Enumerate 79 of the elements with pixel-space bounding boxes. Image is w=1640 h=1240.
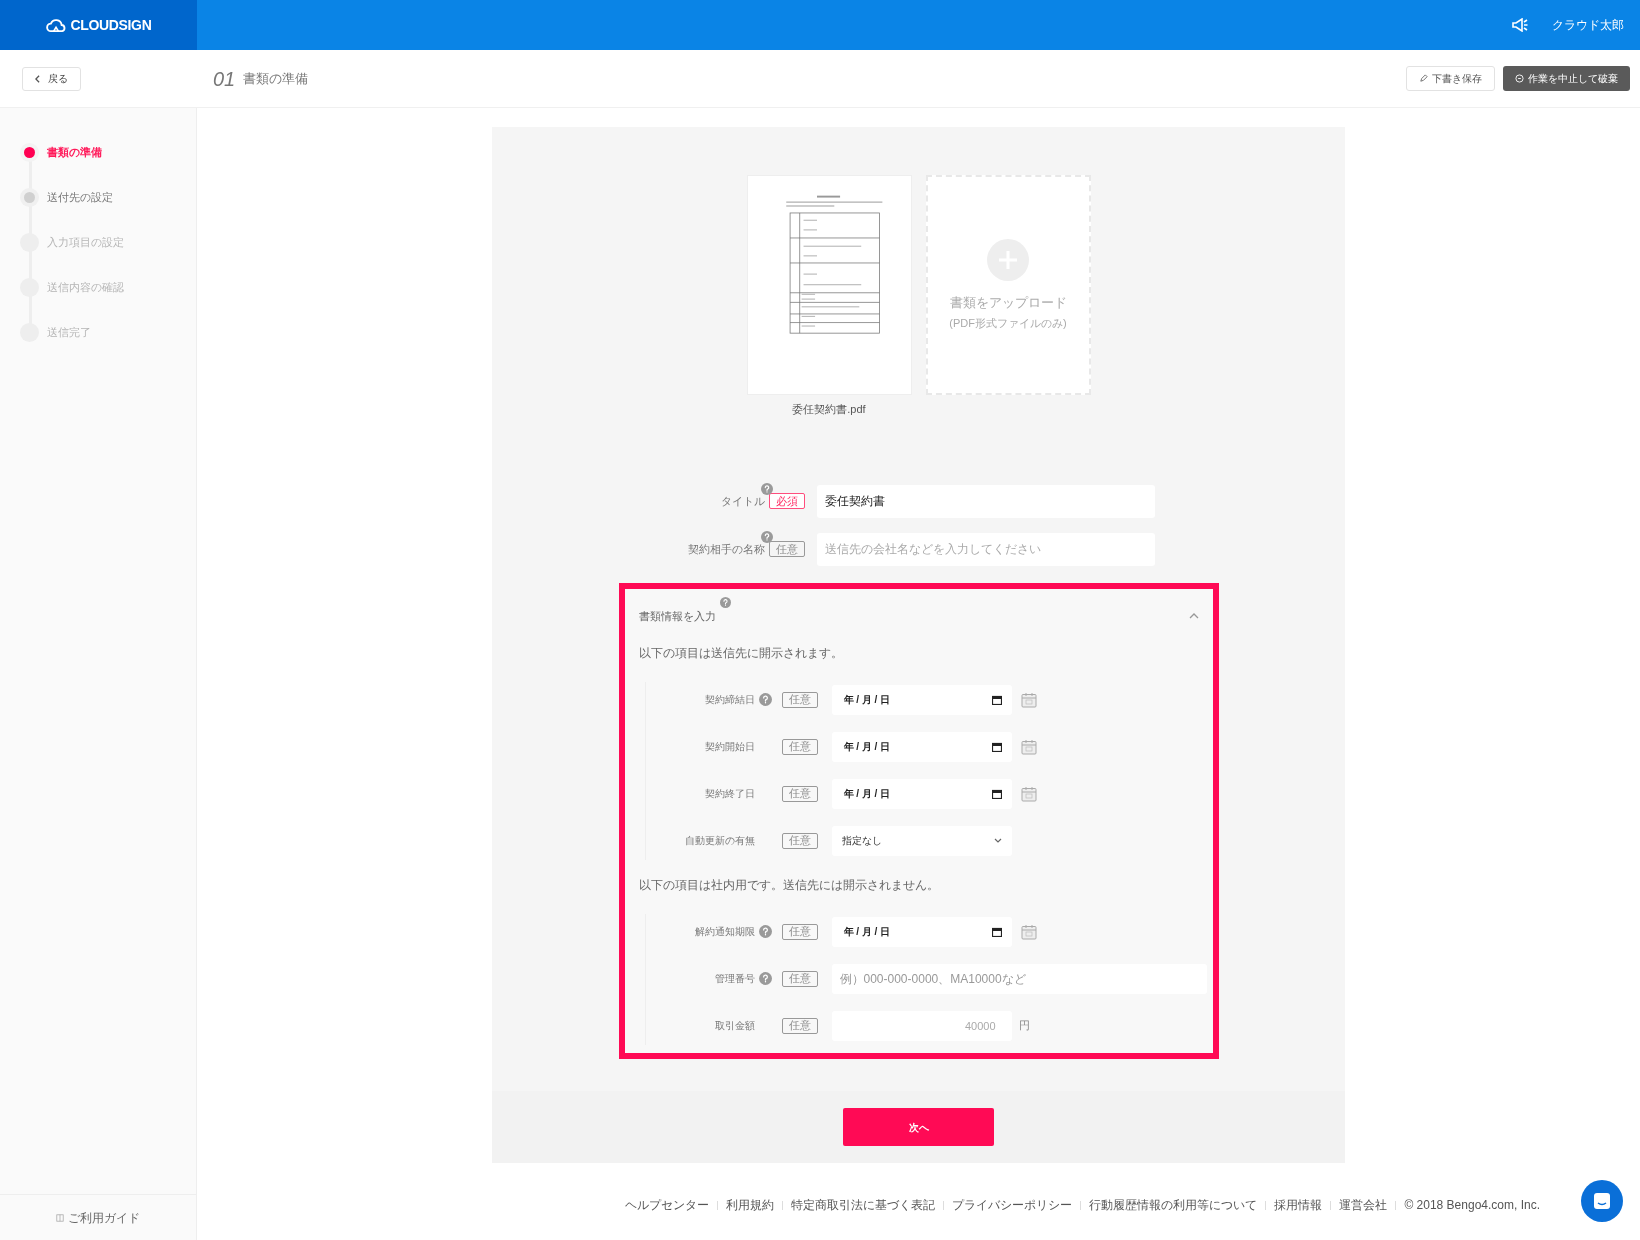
field-label: 解約通知期限 xyxy=(694,925,755,939)
footer-link[interactable]: 利用規約 xyxy=(726,1196,775,1214)
megaphone-icon[interactable] xyxy=(1512,18,1528,32)
help-icon[interactable] xyxy=(761,482,773,495)
field-label: 契約開始日 xyxy=(704,740,755,754)
optional-tag: 任意 xyxy=(781,832,818,849)
field-label: 取引金額 xyxy=(714,1019,755,1033)
section-note: 以下の項目は社内用です。送信先には開示されません。 xyxy=(637,877,940,894)
calendar-icon xyxy=(991,926,1002,937)
back-button[interactable]: 戻る xyxy=(22,66,81,91)
logo[interactable]: CLOUDSIGN xyxy=(0,0,197,50)
calendar-picker-icon[interactable] xyxy=(1020,785,1037,802)
copyright: © 2018 Bengo4.com, Inc. xyxy=(1404,1197,1540,1214)
step-label[interactable]: 書類の準備 xyxy=(47,144,102,161)
upload-label: 書類をアップロード xyxy=(949,294,1067,312)
optional-tag: 任意 xyxy=(781,1017,818,1034)
optional-tag: 任意 xyxy=(781,970,818,987)
chevron-down-icon xyxy=(993,838,1002,843)
save-draft-button[interactable]: 下書き保存 xyxy=(1406,66,1495,91)
chat-icon xyxy=(1593,1192,1611,1210)
amount-field[interactable]: 40000 xyxy=(831,1010,1012,1041)
upload-note: (PDF形式ファイルのみ) xyxy=(949,315,1067,331)
date-field[interactable]: 年 / 月 / 日 xyxy=(831,778,1012,809)
field-label: 管理番号 xyxy=(714,972,755,986)
field-label: 契約締結日 xyxy=(704,693,755,707)
field-label: 契約相手の名称 xyxy=(688,541,765,557)
help-icon[interactable] xyxy=(761,530,773,543)
discard-button[interactable]: 作業を中止して破棄 xyxy=(1503,66,1630,91)
date-field[interactable]: 年 / 月 / 日 xyxy=(831,731,1012,762)
text-field[interactable]: 例）000-000-0000、MA10000など xyxy=(831,963,1207,994)
text-field[interactable]: 委任契約書 xyxy=(817,484,1155,518)
chevron-up-icon[interactable] xyxy=(1188,612,1199,619)
book-icon xyxy=(56,1213,64,1222)
step-label[interactable]: 送付先の設定 xyxy=(47,189,113,206)
help-icon[interactable] xyxy=(719,596,731,608)
help-icon[interactable] xyxy=(758,972,772,985)
user-name[interactable]: クラウド太郎 xyxy=(1552,16,1624,34)
calendar-picker-icon[interactable] xyxy=(1020,691,1037,708)
calendar-icon xyxy=(991,694,1002,705)
pencil-icon xyxy=(1419,74,1428,83)
date-field[interactable]: 年 / 月 / 日 xyxy=(831,684,1012,715)
stop-icon xyxy=(1515,74,1524,83)
footer-link[interactable]: 運営会社 xyxy=(1339,1196,1388,1214)
optional-tag: 任意 xyxy=(781,785,818,802)
chat-button[interactable] xyxy=(1581,1180,1623,1222)
select-field[interactable]: 指定なし xyxy=(831,825,1012,856)
footer-link[interactable]: 特定商取引法に基づく表記 xyxy=(791,1196,936,1214)
field-label: タイトル xyxy=(721,493,765,509)
calendar-icon xyxy=(991,741,1002,752)
required-tag: 必須 xyxy=(769,493,805,509)
field-label: 契約終了日 xyxy=(704,787,755,801)
step-number: 01 xyxy=(213,66,236,92)
guide-link[interactable]: ご利用ガイド xyxy=(0,1194,196,1240)
calendar-icon xyxy=(991,788,1002,799)
help-icon[interactable] xyxy=(758,925,772,938)
optional-tag: 任意 xyxy=(769,541,805,557)
help-icon[interactable] xyxy=(758,693,772,706)
optional-tag: 任意 xyxy=(781,923,818,940)
currency-unit: 円 xyxy=(1018,1018,1030,1034)
footer-link[interactable]: ヘルプセンター xyxy=(625,1196,710,1214)
footer-link[interactable]: プライバシーポリシー xyxy=(952,1196,1073,1214)
cloud-icon xyxy=(45,17,67,33)
section-title: 書類情報を入力 xyxy=(638,608,716,624)
footer-link[interactable]: 行動履歴情報の利用等について xyxy=(1089,1196,1258,1214)
date-field[interactable]: 年 / 月 / 日 xyxy=(831,916,1012,947)
logo-text: CLOUDSIGN xyxy=(70,15,152,35)
text-field[interactable]: 送信先の会社名などを入力してください xyxy=(817,532,1155,566)
next-button[interactable]: 次へ xyxy=(843,1108,994,1146)
page-title: 書類の準備 xyxy=(243,69,309,88)
section-note: 以下の項目は送信先に開示されます。 xyxy=(637,645,844,662)
footer-link[interactable]: 採用情報 xyxy=(1274,1196,1323,1214)
optional-tag: 任意 xyxy=(781,691,818,708)
chevron-left-icon xyxy=(35,74,40,83)
calendar-picker-icon[interactable] xyxy=(1020,738,1037,755)
optional-tag: 任意 xyxy=(781,738,818,755)
field-label: 自動更新の有無 xyxy=(684,834,755,848)
calendar-picker-icon[interactable] xyxy=(1020,923,1037,940)
file-name: 委任契約書.pdf xyxy=(792,402,866,417)
document-thumbnail[interactable] xyxy=(746,175,912,395)
